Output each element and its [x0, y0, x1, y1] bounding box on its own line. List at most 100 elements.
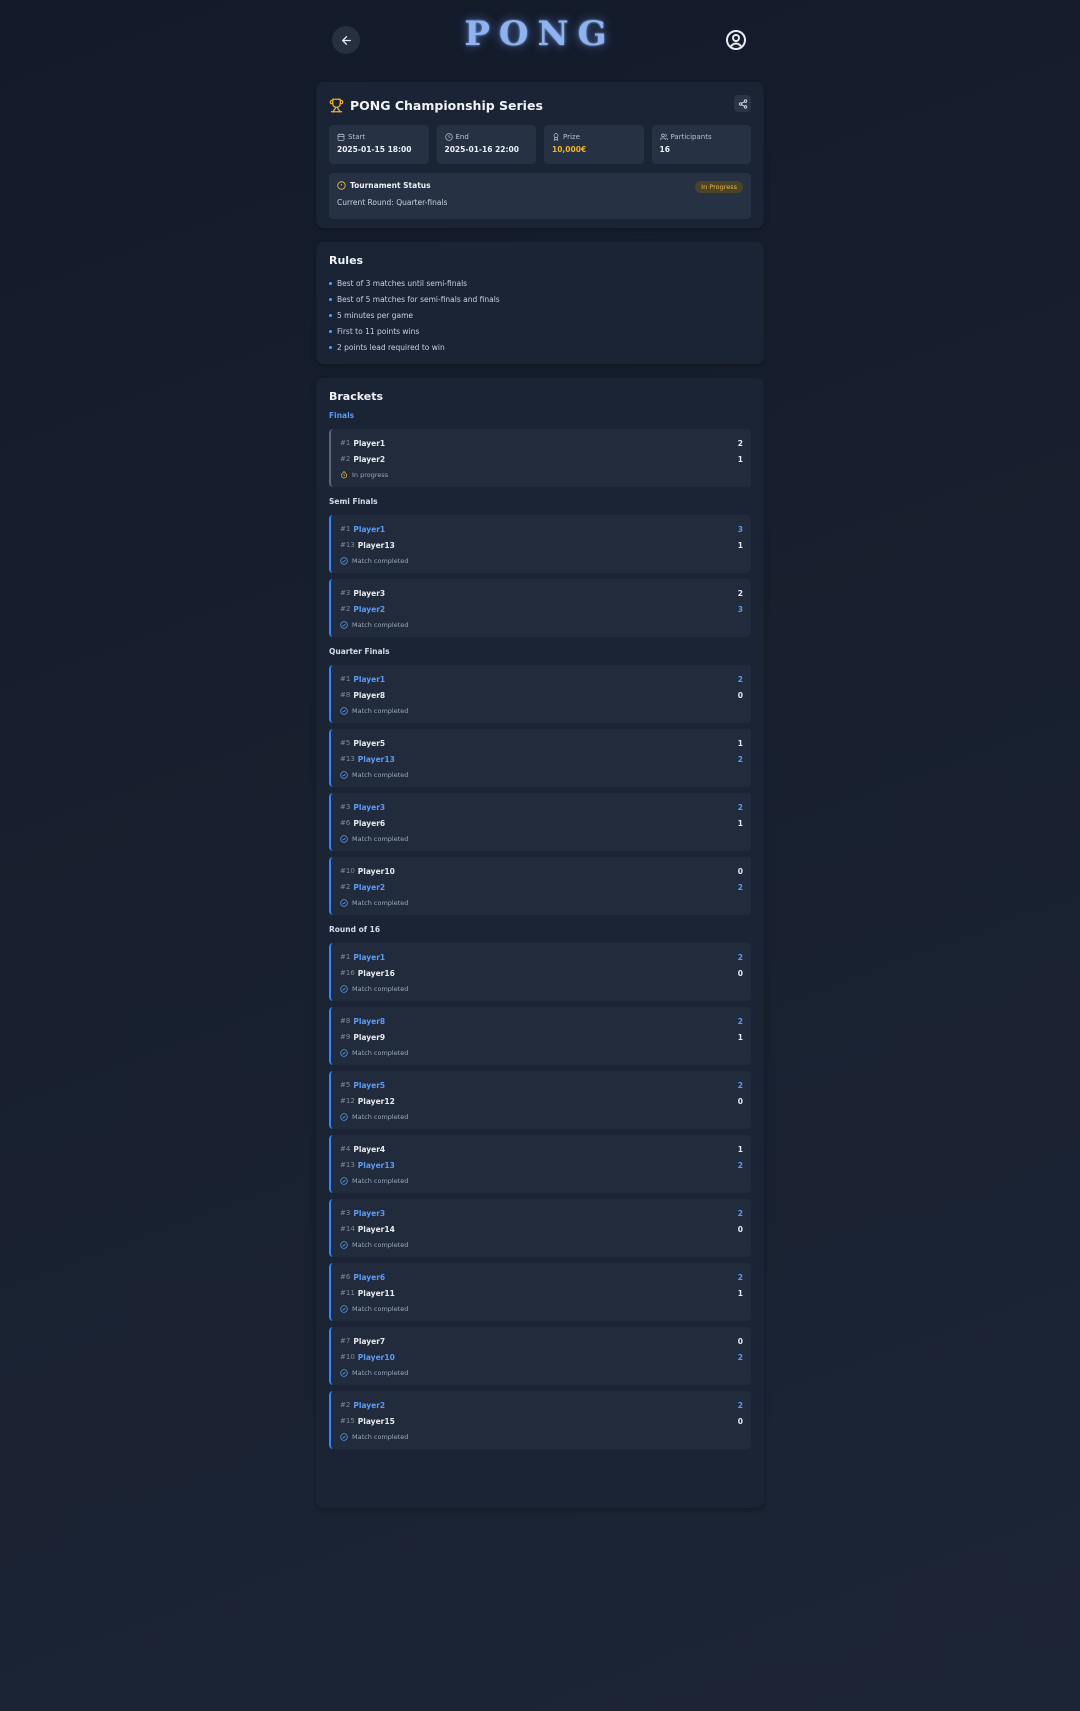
bullet-icon — [329, 313, 332, 317]
player-score: 1 — [737, 738, 743, 748]
match-status: Match completed — [340, 981, 743, 997]
match-status: Match completed — [340, 1301, 743, 1317]
match-card[interactable]: #4 Player4 1 #13 Player13 2 Match completed — [329, 1135, 751, 1193]
player-name[interactable]: Player2 — [353, 605, 385, 614]
player-name[interactable]: Player2 — [353, 455, 385, 464]
player-score: 2 — [737, 588, 743, 598]
current-round: Current Round: Quarter-finals — [337, 198, 448, 207]
player-name[interactable]: Player4 — [353, 1145, 385, 1154]
player-name[interactable]: Player2 — [353, 883, 385, 892]
player-seed: #14 — [340, 1225, 355, 1233]
share-button[interactable] — [734, 95, 751, 112]
match-card[interactable]: #2 Player2 2 #15 Player15 0 Match completed — [329, 1391, 751, 1449]
stat-value: 10,000€ — [552, 145, 587, 154]
rule-text: Best of 5 matches for semi-finals and fi… — [337, 294, 500, 304]
match-card[interactable]: #8 Player8 2 #9 Player9 1 Match completed — [329, 1007, 751, 1065]
player-score: 1 — [737, 540, 743, 550]
tournament-info-card: PONG Championship Series Start 2025-01-1… — [316, 82, 764, 228]
player-name[interactable]: Player15 — [358, 1417, 395, 1426]
player-name[interactable]: Player5 — [353, 739, 385, 748]
player-name[interactable]: Player13 — [358, 755, 395, 764]
app-logo[interactable]: PONG — [316, 14, 764, 54]
player-name[interactable]: Player1 — [353, 953, 385, 962]
match-card[interactable]: #1 Player1 3 #13 Player13 1 Match completed — [329, 515, 751, 573]
player-name[interactable]: Player7 — [353, 1337, 385, 1346]
profile-button[interactable] — [724, 28, 748, 52]
player-name[interactable]: Player9 — [353, 1033, 385, 1042]
player-name[interactable]: Player8 — [353, 1017, 385, 1026]
match-card[interactable]: #3 Player3 2 #14 Player14 0 Match completed — [329, 1199, 751, 1257]
match-card[interactable]: #6 Player6 2 #11 Player11 1 Match completed — [329, 1263, 751, 1321]
player-name[interactable]: Player6 — [353, 1273, 385, 1282]
player-name[interactable]: Player3 — [353, 589, 385, 598]
player-name[interactable]: Player16 — [358, 969, 395, 978]
match-status: Match completed — [340, 767, 743, 783]
match-card[interactable]: #1 Player1 2 #16 Player16 0 Match completed — [329, 943, 751, 1001]
check-circle-icon — [340, 1241, 348, 1249]
player-name[interactable]: Player10 — [358, 1353, 395, 1362]
player-score: 0 — [737, 866, 743, 876]
stat-value: 2025-01-16 22:00 — [444, 145, 519, 154]
match-card[interactable]: #10 Player10 0 #2 Player2 2 Match completed — [329, 857, 751, 915]
check-circle-icon — [340, 1113, 348, 1121]
player-row: #6 Player6 2 — [340, 1269, 743, 1285]
round-title: Round of 16 — [329, 925, 381, 934]
player-name[interactable]: Player6 — [353, 819, 385, 828]
player-name[interactable]: Player1 — [353, 525, 385, 534]
match-card[interactable]: #1 Player1 2 #2 Player2 1 In progress — [329, 429, 751, 487]
player-seed: #10 — [340, 867, 355, 875]
player-name[interactable]: Player2 — [353, 1401, 385, 1410]
player-name[interactable]: Player1 — [353, 439, 385, 448]
bullet-icon — [329, 329, 332, 333]
match-card[interactable]: #5 Player5 1 #13 Player13 2 Match completed — [329, 729, 751, 787]
timer-icon — [340, 471, 348, 479]
check-circle-icon — [340, 1369, 348, 1377]
player-name[interactable]: Player1 — [353, 675, 385, 684]
player-name[interactable]: Player14 — [358, 1225, 395, 1234]
player-name[interactable]: Player13 — [358, 541, 395, 550]
player-name[interactable]: Player13 — [358, 1161, 395, 1170]
match-card[interactable]: #1 Player1 2 #8 Player8 0 Match completed — [329, 665, 751, 723]
player-score: 1 — [737, 1032, 743, 1042]
check-circle-icon — [340, 1177, 348, 1185]
player-name[interactable]: Player3 — [353, 1209, 385, 1218]
player-name[interactable]: Player12 — [358, 1097, 395, 1106]
player-score: 2 — [737, 754, 743, 764]
rule-item: First to 11 points wins — [329, 323, 751, 339]
match-status-text: Match completed — [352, 1113, 409, 1121]
round-title: Semi Finals — [329, 497, 378, 506]
player-row: #11 Player11 1 — [340, 1285, 743, 1301]
player-row: #13 Player13 2 — [340, 1157, 743, 1173]
player-score: 2 — [737, 1080, 743, 1090]
check-circle-icon — [340, 899, 348, 907]
player-name[interactable]: Player8 — [353, 691, 385, 700]
rules-card: Rules Best of 3 matches until semi-final… — [316, 242, 764, 364]
player-seed: #1 — [340, 525, 351, 533]
player-row: #3 Player3 2 — [340, 799, 743, 815]
player-score: 2 — [737, 1400, 743, 1410]
player-seed: #11 — [340, 1289, 355, 1297]
player-row: #10 Player10 2 — [340, 1349, 743, 1365]
player-name[interactable]: Player5 — [353, 1081, 385, 1090]
status-badge: In Progress — [695, 181, 743, 193]
rule-text: Best of 3 matches until semi-finals — [337, 278, 468, 288]
match-status-text: Match completed — [352, 771, 409, 779]
player-name[interactable]: Player10 — [358, 867, 395, 876]
stat-participants: Participants 16 — [651, 125, 751, 164]
player-seed: #5 — [340, 739, 351, 747]
player-seed: #13 — [340, 1161, 355, 1169]
round-title: Quarter Finals — [329, 647, 390, 656]
player-name[interactable]: Player3 — [353, 803, 385, 812]
stat-start: Start 2025-01-15 18:00 — [329, 125, 429, 164]
match-card[interactable]: #3 Player3 2 #6 Player6 1 Match completed — [329, 793, 751, 851]
player-row: #13 Player13 2 — [340, 751, 743, 767]
match-card[interactable]: #7 Player7 0 #10 Player10 2 Match completed — [329, 1327, 751, 1385]
match-card[interactable]: #5 Player5 2 #12 Player12 0 Match completed — [329, 1071, 751, 1129]
player-name[interactable]: Player11 — [358, 1289, 395, 1298]
player-row: #16 Player16 0 — [340, 965, 743, 981]
match-status-text: Match completed — [352, 1241, 409, 1249]
brackets-card: Brackets Finals #1 Player1 2 #2 Player2 1 In pr… — [316, 378, 764, 1508]
share-icon — [738, 98, 747, 109]
match-card[interactable]: #3 Player3 2 #2 Player2 3 Match completed — [329, 579, 751, 637]
player-seed: #2 — [340, 883, 351, 891]
